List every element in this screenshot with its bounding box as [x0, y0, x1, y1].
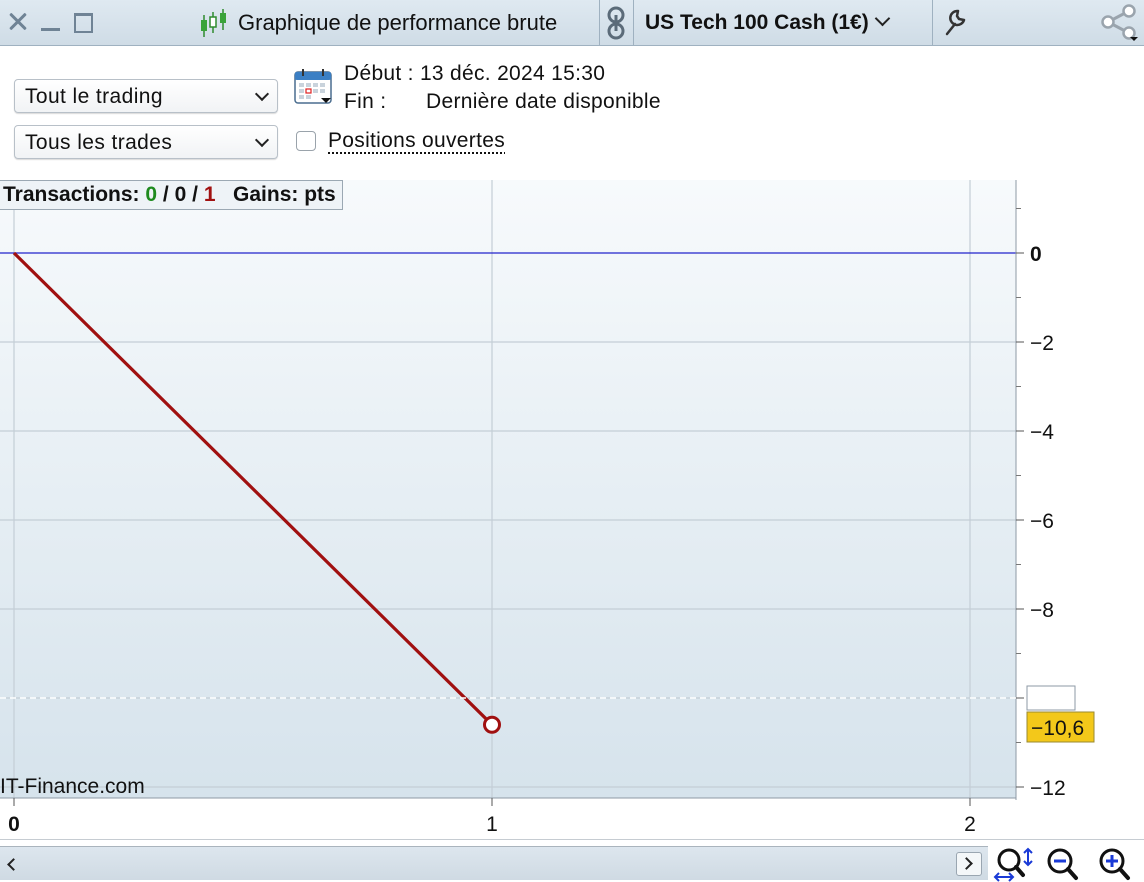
trades-select[interactable]: Tous les trades	[14, 125, 278, 159]
period-select[interactable]: Tout le trading	[14, 79, 278, 113]
neutral-count: 0	[174, 183, 187, 206]
chevron-down-icon	[254, 86, 270, 102]
end-date-value[interactable]: Dernière date disponible	[426, 90, 661, 114]
plot-area	[0, 180, 1016, 798]
last-point-marker	[483, 715, 501, 734]
link-icon[interactable]	[604, 6, 628, 40]
title-separator	[599, 0, 600, 45]
y-tick-label: −12	[1030, 777, 1066, 800]
performance-chart: 0−2−4−6−8−10−12 012 −10,6 IT-Finance.com	[0, 180, 1144, 840]
zoom-out-icon[interactable]	[1044, 846, 1088, 882]
zoom-fit-icon[interactable]	[992, 846, 1036, 882]
wrench-icon[interactable]	[940, 7, 968, 37]
last-value-label: −10,6	[1031, 717, 1084, 740]
instrument-selector[interactable]: US Tech 100 Cash (1€)	[645, 0, 890, 45]
candlestick-chart-icon	[201, 8, 226, 37]
watermark-text: IT-Finance.com	[0, 775, 145, 798]
y-tick-label: −6	[1030, 510, 1054, 533]
calendar-icon[interactable]	[293, 67, 335, 107]
open-positions-checkbox[interactable]: Positions ouvertes	[296, 127, 505, 155]
maximize-icon[interactable]	[71, 8, 97, 34]
trade-stats-box: Transactions: 0 / 0 / 1 Gains: pts	[0, 180, 343, 210]
y-tick-label: −2	[1030, 332, 1054, 355]
chevron-down-icon	[874, 10, 890, 27]
close-icon[interactable]	[5, 8, 31, 34]
gains-label: Gains: pts	[233, 183, 336, 206]
open-positions-label[interactable]: Positions ouvertes	[328, 129, 505, 153]
y-tick-label: 0	[1030, 243, 1042, 266]
instrument-name: US Tech 100 Cash (1€)	[645, 10, 869, 34]
start-date-value[interactable]: 13 déc. 2024 15:30	[420, 62, 605, 85]
title-separator	[633, 0, 634, 45]
window-title-text: Graphique de performance brute	[238, 9, 558, 35]
transactions-label: Transactions:	[3, 183, 140, 206]
y-tick-label: −8	[1030, 599, 1054, 622]
checkbox-box[interactable]	[296, 131, 316, 151]
end-date-label: Fin :	[344, 90, 387, 113]
x-tick-label: 2	[964, 813, 976, 836]
period-select-value: Tout le trading	[25, 85, 163, 108]
y-tick-label: −4	[1030, 421, 1054, 444]
losses-count: 1	[203, 183, 216, 206]
stats-separator: /	[162, 183, 169, 206]
scroll-left-icon[interactable]	[4, 855, 20, 873]
wins-count: 0	[145, 183, 158, 206]
title-separator	[932, 0, 933, 45]
trades-select-value: Tous les trades	[25, 131, 173, 154]
minimize-icon[interactable]	[38, 8, 64, 34]
stats-separator: /	[192, 183, 198, 206]
zoom-in-icon[interactable]	[1096, 846, 1140, 882]
chevron-down-icon	[254, 132, 270, 148]
share-icon[interactable]	[1098, 2, 1142, 42]
start-date-label: Début :	[344, 62, 414, 85]
window-title: Graphique de performance brute	[198, 0, 557, 45]
x-tick-label: 1	[486, 813, 498, 836]
scroll-right-icon[interactable]	[956, 852, 982, 876]
title-bar: Graphique de performance brute US Tech 1…	[0, 0, 1144, 46]
x-axis-ticks: 0 1 2	[8, 798, 976, 836]
y-axis-ticks: 0−2−4−6−8−10−12	[1016, 208, 1066, 800]
horizontal-scrollbar[interactable]	[0, 846, 988, 880]
tick-label-overlay	[1026, 685, 1076, 711]
x-tick-label: 0	[8, 813, 20, 836]
start-date-row: Début : 13 déc. 2024 15:30	[344, 62, 605, 86]
